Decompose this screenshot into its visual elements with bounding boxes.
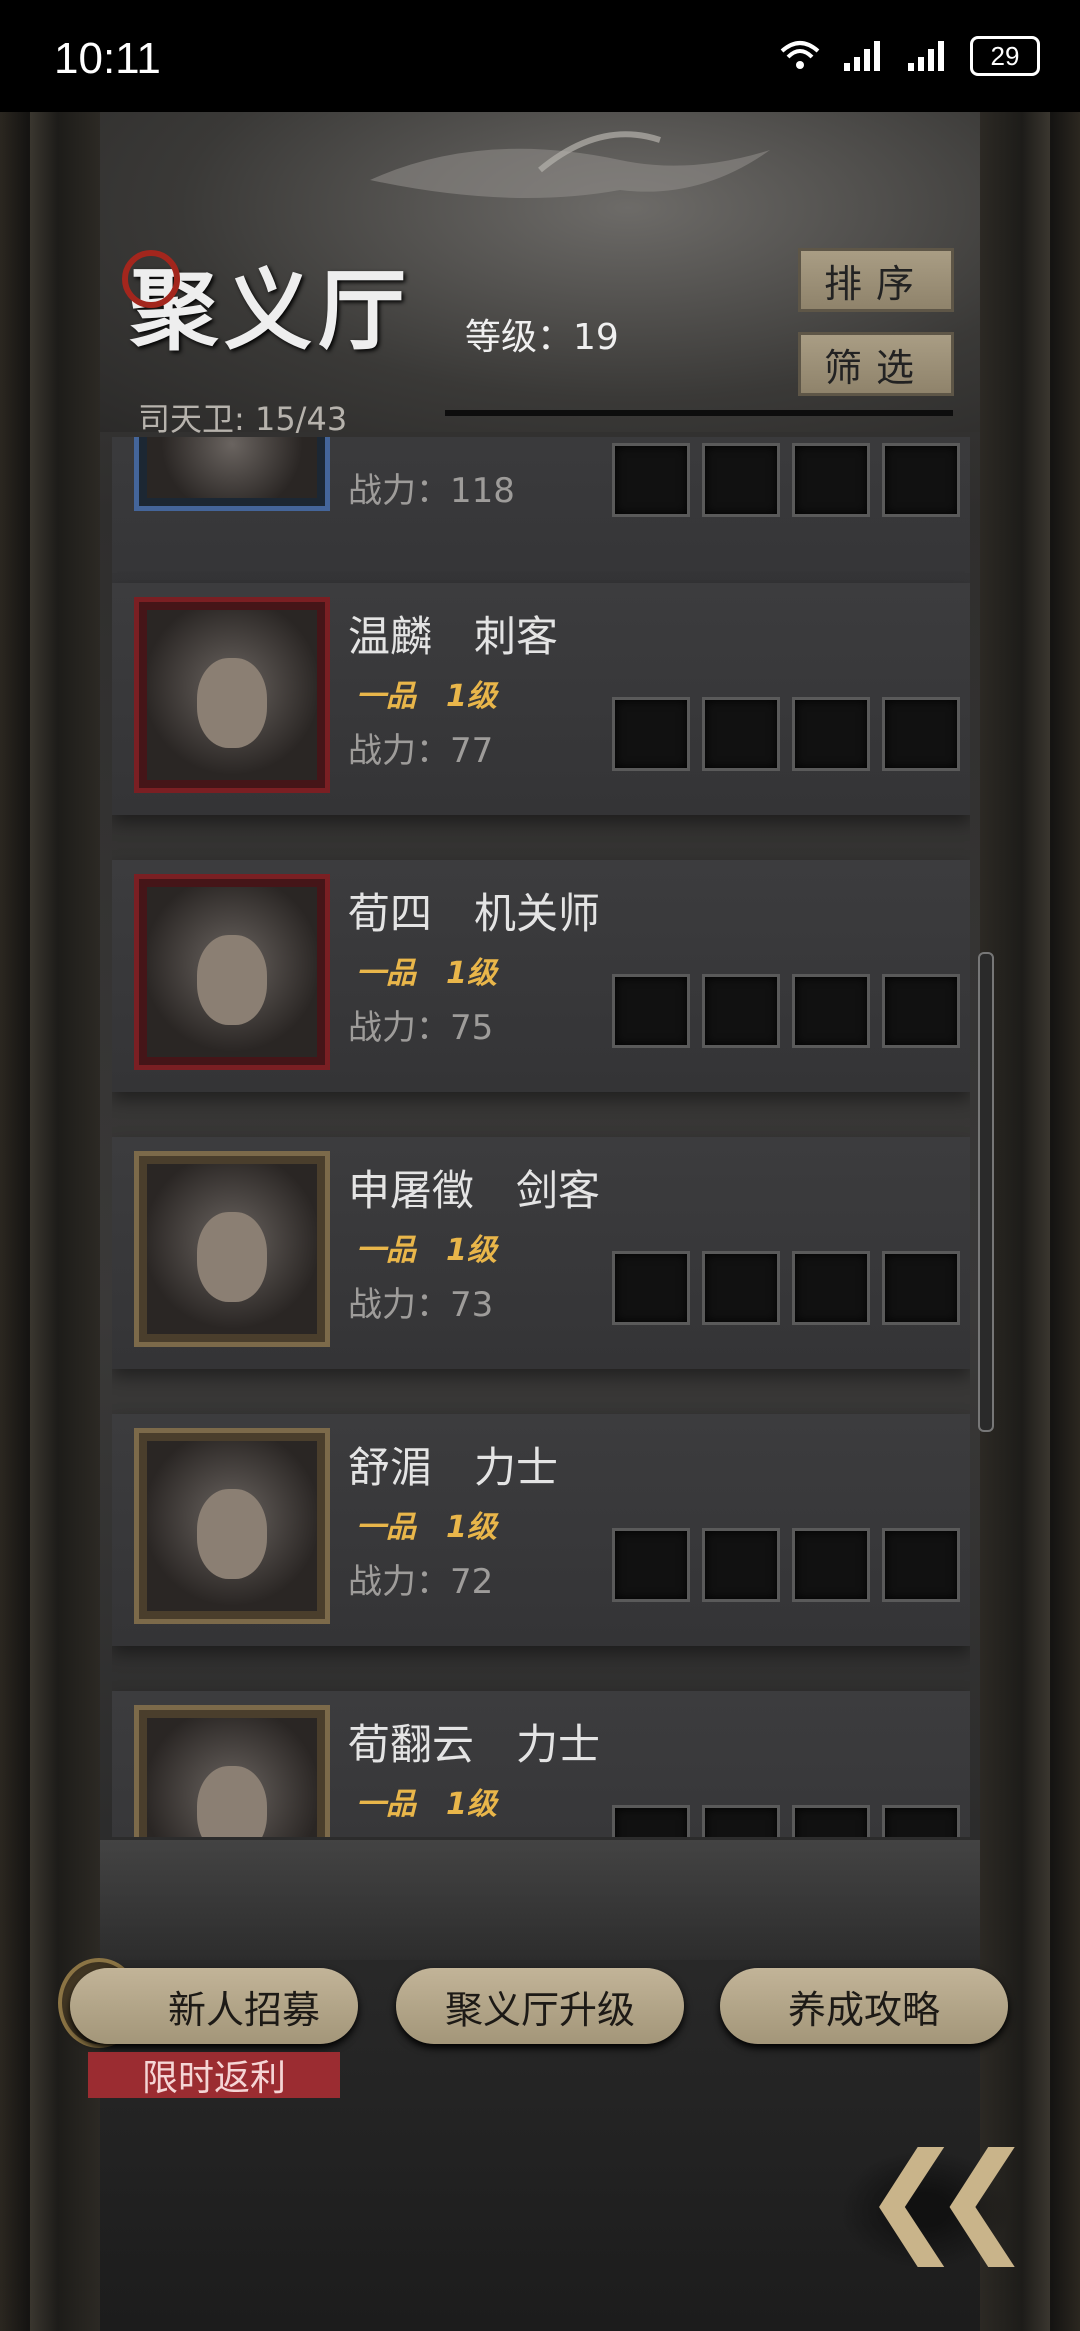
- list-scrollbar[interactable]: [978, 952, 994, 1432]
- fog-overlay: [100, 1840, 980, 1960]
- hero-power: 战力：77: [348, 731, 494, 771]
- wifi-icon: [780, 41, 820, 69]
- equipment-slot[interactable]: [882, 1805, 960, 1837]
- hero-list[interactable]: 战力：118 温麟 刺客 一品 1级 战力：77 荀四 机关师 一品 1级 战力…: [112, 437, 970, 1837]
- hero-portrait: [134, 597, 330, 793]
- equipment-slot[interactable]: [612, 443, 690, 517]
- equipment-slot[interactable]: [882, 443, 960, 517]
- equipment-slot[interactable]: [612, 1251, 690, 1325]
- limited-rebate-badge[interactable]: 限时返利: [88, 2052, 340, 2099]
- hero-card[interactable]: 舒湄 力士 一品 1级 战力：72: [112, 1414, 970, 1646]
- sort-button[interactable]: 排序: [798, 248, 954, 312]
- equipment-slot[interactable]: [702, 443, 780, 517]
- equipment-slot[interactable]: [882, 697, 960, 771]
- hero-name: 申屠徵 剑客: [348, 1166, 601, 1215]
- hall-title: 聚义厅: [122, 240, 412, 367]
- filter-button[interactable]: 筛选: [798, 332, 954, 396]
- equipment-slot[interactable]: [792, 443, 870, 517]
- equipment-slot[interactable]: [882, 974, 960, 1048]
- back-arrow-icon[interactable]: ❮❮: [862, 2138, 1033, 2258]
- hero-card[interactable]: 荀翻云 力士 一品 1级: [112, 1691, 970, 1837]
- growth-guide-button[interactable]: 养成攻略: [720, 1968, 1008, 2044]
- hero-power: 战力：75: [348, 1008, 494, 1048]
- equipment-slot[interactable]: [702, 1805, 780, 1837]
- equipment-slot[interactable]: [702, 974, 780, 1048]
- hero-name: 荀翻云 力士: [348, 1720, 601, 1769]
- hero-name: 荀四 机关师: [348, 889, 601, 938]
- hero-grade: 一品 1级: [356, 1510, 497, 1545]
- equipment-slot[interactable]: [792, 1805, 870, 1837]
- hero-grade: 一品 1级: [356, 1787, 497, 1822]
- crane-icon: [370, 131, 770, 198]
- hero-portrait: [134, 1705, 330, 1837]
- hero-grade: 一品 1级: [356, 1233, 497, 1268]
- hero-portrait: [134, 1428, 330, 1624]
- equipment-slot[interactable]: [882, 1251, 960, 1325]
- equipment-slot[interactable]: [612, 1805, 690, 1837]
- equipment-slot[interactable]: [612, 974, 690, 1048]
- equipment-slot[interactable]: [792, 1528, 870, 1602]
- hero-portrait: [134, 874, 330, 1070]
- status-time: 10:11: [54, 34, 161, 83]
- title-seal-icon: [122, 250, 180, 308]
- equipment-slot[interactable]: [702, 1528, 780, 1602]
- equipment-slot[interactable]: [882, 1528, 960, 1602]
- signal-icon: [908, 41, 944, 71]
- status-bar: 10:11 29: [0, 0, 1080, 112]
- hall-upgrade-button[interactable]: 聚义厅升级: [396, 1968, 684, 2044]
- hall-level: 等级：19: [465, 317, 619, 358]
- hero-name: 舒湄 力士: [348, 1443, 559, 1492]
- header-divider: [445, 410, 953, 416]
- signal-icon: [844, 41, 880, 71]
- equipment-slot[interactable]: [792, 1251, 870, 1325]
- equipment-slot[interactable]: [702, 1251, 780, 1325]
- battery-icon: 29: [970, 36, 1040, 76]
- hero-power: 战力：73: [348, 1285, 494, 1325]
- hero-name: 温麟 刺客: [348, 612, 559, 661]
- hero-card[interactable]: 申屠徵 剑客 一品 1级 战力：73: [112, 1137, 970, 1369]
- hero-card[interactable]: 荀四 机关师 一品 1级 战力：75: [112, 860, 970, 1092]
- equipment-slot[interactable]: [792, 974, 870, 1048]
- recruit-button[interactable]: 新人招募: [70, 1968, 358, 2044]
- equipment-slot[interactable]: [612, 697, 690, 771]
- hero-card[interactable]: 温麟 刺客 一品 1级 战力：77: [112, 583, 970, 815]
- hero-portrait: [134, 437, 330, 511]
- hero-power: 战力：72: [348, 1562, 494, 1602]
- equipment-slot[interactable]: [612, 1528, 690, 1602]
- hero-power: 战力：118: [348, 471, 515, 511]
- guard-count: 司天卫: 15/43: [138, 400, 348, 438]
- hero-grade: 一品 1级: [356, 679, 497, 714]
- status-icons: 29: [778, 36, 1040, 76]
- equipment-slot[interactable]: [792, 697, 870, 771]
- equipment-slot[interactable]: [702, 697, 780, 771]
- hero-grade: 一品 1级: [356, 956, 497, 991]
- hero-portrait: [134, 1151, 330, 1347]
